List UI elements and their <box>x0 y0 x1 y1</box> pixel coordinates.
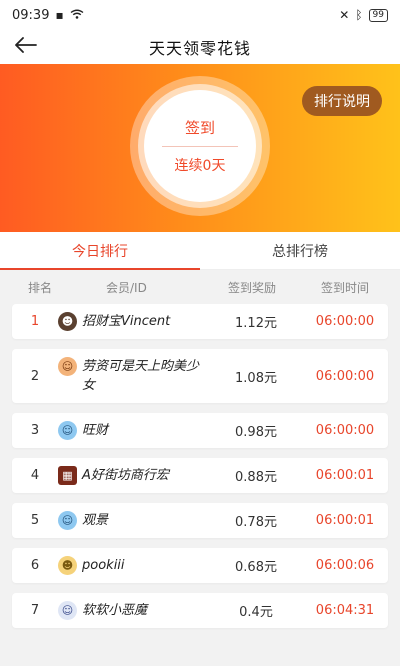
member-name: pookiii <box>82 558 125 573</box>
row-time: 06:00:06 <box>315 558 375 573</box>
member-name: 旺财 <box>82 423 109 438</box>
nav-bar: 天天领零花钱 <box>0 30 400 64</box>
table-row[interactable]: 3 ☺ 旺财 0.98元 06:00:00 <box>12 413 388 448</box>
row-rank: 6 <box>30 558 40 573</box>
notification-icon: ▪ <box>55 8 64 22</box>
avatar: ☺ <box>58 357 77 376</box>
arrow-left-icon <box>15 37 37 57</box>
row-member: ☺ 观景 <box>58 511 210 530</box>
header-reward: 签到奖励 <box>227 280 276 295</box>
avatar: ☻ <box>58 556 77 575</box>
table-row[interactable]: 4 ▦ A好街坊商行宏 0.88元 06:00:01 <box>12 458 388 493</box>
sign-in-label: 签到 <box>184 119 215 137</box>
table-row[interactable]: 5 ☺ 观景 0.78元 06:00:01 <box>12 503 388 538</box>
avatar: ☺ <box>58 601 77 620</box>
row-rank: 2 <box>30 368 40 384</box>
member-name: A好街坊商行宏 <box>82 468 169 483</box>
member-name: 劳资可是天上昀美少女 <box>82 359 200 393</box>
streak-count: 连续0天 <box>174 158 226 174</box>
battery-icon: 99 <box>368 8 388 22</box>
status-bar: 09:39 ▪ ✕ ᛒ 99 <box>0 0 400 30</box>
avatar: ☺ <box>58 421 77 440</box>
row-reward: 1.12元 <box>235 316 277 331</box>
sign-in-ring-inner: 签到 连续0天 <box>138 84 262 208</box>
row-time: 06:00:00 <box>315 314 375 329</box>
row-reward: 0.4元 <box>239 605 273 620</box>
table-row[interactable]: 6 ☻ pookiii 0.68元 06:00:06 <box>12 548 388 583</box>
member-name: 软软小恶魔 <box>82 603 148 618</box>
row-time: 06:00:00 <box>315 423 375 438</box>
avatar: ☺ <box>58 511 77 530</box>
row-rank: 7 <box>30 603 40 618</box>
status-right: ✕ ᛒ 99 <box>339 8 388 22</box>
table-header: 排名 会员/ID 签到奖励 签到时间 <box>0 270 400 304</box>
wifi-icon <box>70 9 84 21</box>
row-reward: 0.98元 <box>235 425 277 440</box>
member-name: 招财宝Vincent <box>82 314 171 329</box>
tab-overall[interactable]: 总排行榜 <box>200 232 400 269</box>
header-time: 签到时间 <box>320 280 369 295</box>
row-time: 06:00:00 <box>315 368 375 384</box>
row-rank: 5 <box>30 513 40 528</box>
status-time: 09:39 <box>12 7 50 23</box>
row-member: ☻ 招财宝Vincent <box>58 312 210 331</box>
table-row[interactable]: 7 ☺ 软软小恶魔 0.4元 06:04:31 <box>12 593 388 628</box>
row-reward: 1.08元 <box>235 370 277 386</box>
header-rank: 排名 <box>27 280 52 295</box>
page-title: 天天领零花钱 <box>148 39 251 58</box>
row-member: ☺ 旺财 <box>58 421 210 440</box>
row-reward: 0.78元 <box>235 515 277 530</box>
back-button[interactable] <box>12 34 40 60</box>
avatar: ▦ <box>58 466 77 485</box>
row-time: 06:00:01 <box>315 468 375 483</box>
row-rank: 4 <box>30 468 40 483</box>
row-member: ☺ 软软小恶魔 <box>58 601 210 620</box>
row-time: 06:00:01 <box>315 513 375 528</box>
row-member: ☻ pookiii <box>58 556 210 575</box>
row-member: ▦ A好街坊商行宏 <box>58 466 210 485</box>
divider <box>162 146 238 147</box>
sign-in-ring: 签到 连续0天 <box>130 76 270 216</box>
sign-in-banner: 签到 连续0天 排行说明 <box>0 64 400 232</box>
table-row[interactable]: 1 ☻ 招财宝Vincent 1.12元 06:00:00 <box>12 304 388 339</box>
bluetooth-icon: ᛒ <box>355 8 363 22</box>
row-time: 06:04:31 <box>315 603 375 618</box>
row-rank: 1 <box>30 314 40 329</box>
mute-icon: ✕ <box>339 8 350 22</box>
sign-in-button[interactable]: 签到 连续0天 <box>144 90 256 202</box>
member-name: 观景 <box>82 513 109 528</box>
ranking-rules-button[interactable]: 排行说明 <box>302 86 382 116</box>
avatar: ☻ <box>58 312 77 331</box>
table-row[interactable]: 2 ☺ 劳资可是天上昀美少女 1.08元 06:00:00 <box>12 349 388 403</box>
row-member: ☺ 劳资可是天上昀美少女 <box>58 357 210 395</box>
status-left: 09:39 ▪ <box>12 8 84 23</box>
row-reward: 0.68元 <box>235 560 277 575</box>
ranking-tabs: 今日排行 总排行榜 <box>0 232 400 270</box>
row-rank: 3 <box>30 423 40 438</box>
tab-today[interactable]: 今日排行 <box>0 232 200 270</box>
row-reward: 0.88元 <box>235 470 277 485</box>
header-member: 会员/ID <box>106 280 147 295</box>
ranking-list: 1 ☻ 招财宝Vincent 1.12元 06:00:00 2 ☺ 劳资可是天上… <box>0 304 400 628</box>
